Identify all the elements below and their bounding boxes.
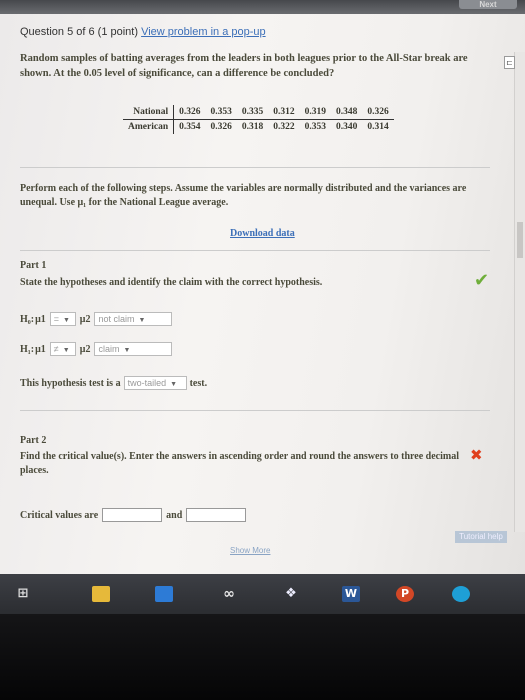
test-type-select[interactable]: two-tailed ▼ xyxy=(123,376,187,390)
table-cell: 0.318 xyxy=(241,122,264,132)
test-type-row: This hypothesis test is a two-tailed ▼ te… xyxy=(20,376,207,390)
chevron-down-icon: ▼ xyxy=(138,317,146,324)
table-cell: 0.326 xyxy=(362,105,394,120)
chevron-down-icon: ▼ xyxy=(170,381,178,388)
h0-label: H₀: xyxy=(20,313,35,325)
critical-values-row: Critical values are and xyxy=(20,508,250,522)
next-button[interactable]: Next xyxy=(459,0,517,9)
mu1-symbol: μ1 xyxy=(35,343,46,355)
critical-value-input-2[interactable] xyxy=(186,508,247,522)
table-cell: 0.322 xyxy=(273,122,295,132)
powerpoint-icon[interactable]: P xyxy=(396,586,414,602)
download-data-link[interactable]: Download data xyxy=(230,228,295,239)
table-cell: 0.353 xyxy=(304,122,326,132)
table-cell: 0.319 xyxy=(299,105,331,120)
chevron-down-icon: ▼ xyxy=(62,347,70,354)
question-header: Question 5 of 6 (1 point) View problem i… xyxy=(20,26,266,38)
popup-link[interactable]: View problem in a pop-up xyxy=(141,26,266,38)
h0-claim-select[interactable]: not claim ▼ xyxy=(94,312,173,326)
windows-store-icon[interactable] xyxy=(155,586,173,602)
mu2-symbol: μ2 xyxy=(79,343,91,355)
table-row: American 0.354 0.326 0.318 0.322 0.353 0… xyxy=(123,119,394,134)
scrollbar[interactable] xyxy=(514,52,525,532)
part1-instructions: State the hypotheses and identify the cl… xyxy=(20,277,323,288)
part2-instructions: Find the critical value(s). Enter the an… xyxy=(20,451,459,476)
test-suffix: test. xyxy=(189,377,208,389)
show-more-link[interactable]: Show More xyxy=(230,546,270,555)
and-label: and xyxy=(166,509,183,521)
task-view-icon[interactable]: ⊞ xyxy=(14,586,32,602)
divider xyxy=(20,410,490,411)
table-cell: 0.354 xyxy=(179,122,201,132)
h0-operator-select[interactable]: = ▼ xyxy=(49,312,76,326)
table-cell: 0.314 xyxy=(367,122,389,132)
alternative-hypothesis-row: H₁: μ1 ≠ ▼ μ2 claim ▼ xyxy=(20,342,175,356)
word-icon[interactable]: W xyxy=(342,586,360,602)
table-cell: 0.326 xyxy=(210,122,232,132)
row-label: American xyxy=(123,119,175,134)
table-cell: 0.340 xyxy=(335,122,358,132)
mu2-symbol: μ2 xyxy=(79,313,91,325)
test-prefix: This hypothesis test is a xyxy=(20,377,121,389)
problem-screen: Question 5 of 6 (1 point) View problem i… xyxy=(0,14,525,574)
data-table: National 0.326 0.353 0.335 0.312 0.319 0… xyxy=(123,105,394,134)
question-text: Random samples of batting averages from … xyxy=(20,53,468,79)
divider xyxy=(20,250,490,251)
h1-label: H₁: xyxy=(20,343,35,355)
monitor-bezel xyxy=(0,614,525,700)
dropbox-icon[interactable]: ❖ xyxy=(282,586,300,602)
top-bar: Next xyxy=(0,0,525,14)
part1-title: Part 1 xyxy=(20,260,47,271)
h1-claim-select[interactable]: claim ▼ xyxy=(94,342,173,356)
null-hypothesis-row: H₀: μ1 = ▼ μ2 not claim ▼ xyxy=(20,312,175,326)
table-cell: 0.312 xyxy=(268,105,300,120)
row-label: National xyxy=(123,105,175,120)
h1-operator-select[interactable]: ≠ ▼ xyxy=(49,342,76,356)
question-number: Question 5 of 6 (1 point) xyxy=(20,26,139,38)
table-cell: 0.348 xyxy=(330,105,363,120)
chevron-down-icon: ▼ xyxy=(63,317,70,324)
table-cell: 0.335 xyxy=(236,105,269,120)
tutorial-help-button[interactable]: Tutorial help xyxy=(455,531,507,543)
critical-value-input-1[interactable] xyxy=(102,508,163,522)
table-row: National 0.326 0.353 0.335 0.312 0.319 0… xyxy=(123,105,394,120)
file-explorer-icon[interactable] xyxy=(92,586,110,602)
table-cell: 0.353 xyxy=(205,105,237,120)
infinity-app-icon[interactable]: ∞ xyxy=(220,586,238,602)
scroll-thumb[interactable] xyxy=(517,222,523,258)
table-cell: 0.326 xyxy=(173,105,206,120)
chevron-down-icon: ▼ xyxy=(123,347,131,354)
instructions-text: Perform each of the following steps. Ass… xyxy=(20,183,467,208)
mu1-symbol: μ1 xyxy=(35,313,46,325)
taskbar: ⊞ ∞ ❖ W P xyxy=(0,574,525,614)
divider xyxy=(20,167,490,168)
app-circle-icon[interactable] xyxy=(452,586,470,602)
critical-values-label: Critical values are xyxy=(20,509,99,521)
part2-title: Part 2 xyxy=(20,435,47,446)
expand-icon[interactable]: ⊏ xyxy=(504,56,515,69)
